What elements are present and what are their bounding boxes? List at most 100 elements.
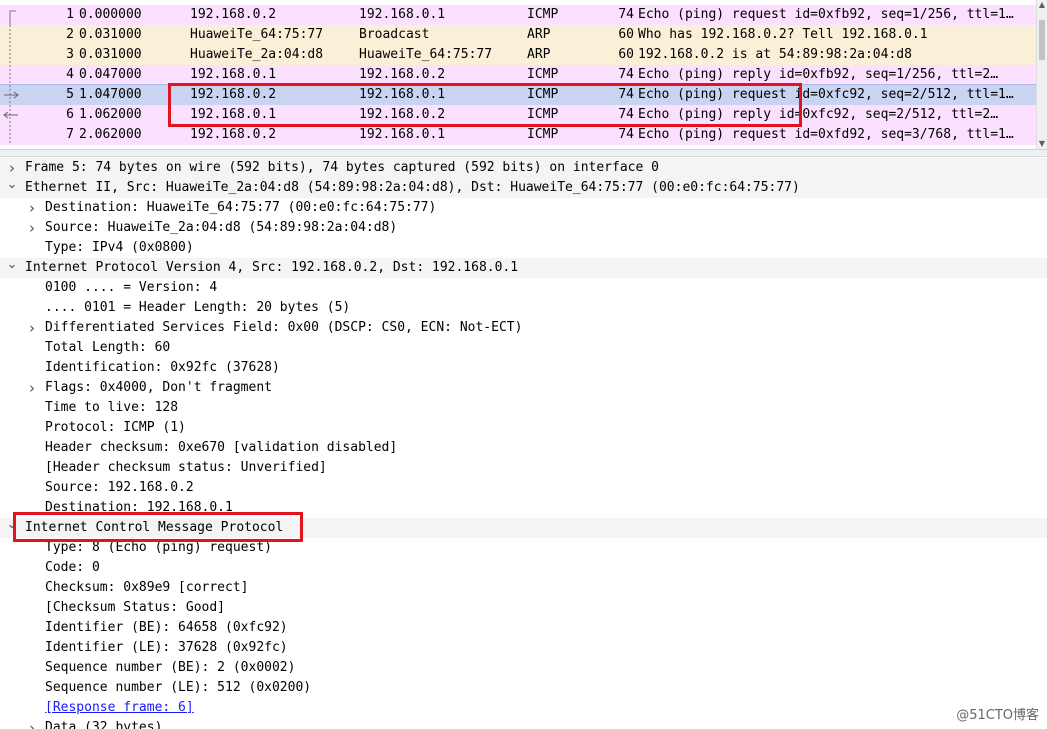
tree-item-text: [Header checksum status: Unverified] xyxy=(45,460,327,475)
packet-length: 60 xyxy=(618,27,634,42)
tree-field-row[interactable]: Source: 192.168.0.2 xyxy=(0,478,1047,498)
tree-item-text: Internet Protocol Version 4, Src: 192.16… xyxy=(25,260,519,275)
packet-details-tree[interactable]: › Frame 5: 74 bytes on wire (592 bits), 7… xyxy=(0,157,1047,729)
packet-destination: HuaweiTe_64:75:77 xyxy=(359,47,493,62)
tree-field-row[interactable]: Identification: 0x92fc (37628) xyxy=(0,358,1047,378)
chevron-right-icon[interactable]: › xyxy=(26,378,38,398)
tree-item-text: Destination: HuaweiTe_64:75:77 (00:e0:fc… xyxy=(45,200,437,215)
tree-field-row[interactable]: [Checksum Status: Good] xyxy=(0,598,1047,618)
tree-field-row[interactable]: Checksum: 0x89e9 [correct] xyxy=(0,578,1047,598)
tree-item-text: Flags: 0x4000, Don't fragment xyxy=(45,380,272,395)
packet-source: HuaweiTe_2a:04:d8 xyxy=(190,47,324,62)
packet-info: Echo (ping) reply id=0xfc92, seq=2/512, … xyxy=(638,107,999,122)
packet-protocol: ICMP xyxy=(527,67,559,82)
tree-section-row[interactable]: ⌄ Internet Protocol Version 4, Src: 192.1… xyxy=(0,255,1047,278)
tree-field-row[interactable]: Sequence number (LE): 512 (0x0200) xyxy=(0,678,1047,698)
tree-field-row[interactable]: [Response frame: 6] xyxy=(0,698,1047,718)
tree-field-row[interactable]: Identifier (LE): 37628 (0x92fc) xyxy=(0,638,1047,658)
tree-field-row[interactable]: Destination: 192.168.0.1 xyxy=(0,498,1047,518)
tree-field-row[interactable]: [Header checksum status: Unverified] xyxy=(0,458,1047,478)
tree-field-row[interactable]: Type: IPv4 (0x0800) xyxy=(0,238,1047,258)
packet-protocol: ICMP xyxy=(527,87,559,102)
tree-field-row[interactable]: Protocol: ICMP (1) xyxy=(0,418,1047,438)
packet-length: 60 xyxy=(618,47,634,62)
tree-section-row[interactable]: › Frame 5: 74 bytes on wire (592 bits), 7… xyxy=(0,158,1047,178)
chevron-down-icon[interactable]: ⌄ xyxy=(6,515,18,535)
conversation-line-icon xyxy=(0,65,22,85)
response-frame-link[interactable]: [Response frame: 6] xyxy=(45,698,194,718)
conversation-line-icon xyxy=(0,125,22,145)
tree-field-row[interactable]: Total Length: 60 xyxy=(0,338,1047,358)
pane-splitter[interactable] xyxy=(0,149,1047,157)
packet-length: 74 xyxy=(618,127,634,142)
packet-row[interactable]: 5 1.047000 192.168.0.2 192.168.0.1 ICMP 74 Ech… xyxy=(0,84,1038,106)
conversation-line-icon xyxy=(0,45,22,65)
tree-section-row[interactable]: ⌄ Internet Control Message Protocol xyxy=(0,515,1047,538)
packet-protocol: ARP xyxy=(527,47,551,62)
tree-item-text: Source: HuaweiTe_2a:04:d8 (54:89:98:2a:0… xyxy=(45,220,398,235)
packet-info: Echo (ping) reply id=0xfb92, seq=1/256, … xyxy=(638,67,999,82)
packet-list[interactable]: 1 0.000000 192.168.0.2 192.168.0.1 ICMP 74 Ech… xyxy=(0,0,1047,149)
chevron-right-icon[interactable]: › xyxy=(26,718,38,729)
packet-time: 1.062000 xyxy=(79,107,142,122)
tree-field-row[interactable]: › Flags: 0x4000, Don't fragment xyxy=(0,378,1047,398)
tree-field-row[interactable]: Type: 8 (Echo (ping) request) xyxy=(0,538,1047,558)
request-arrow-icon xyxy=(0,85,22,105)
tree-item-text: Total Length: 60 xyxy=(45,340,171,355)
tree-field-row[interactable]: Sequence number (BE): 2 (0x0002) xyxy=(0,658,1047,678)
packet-time: 0.000000 xyxy=(79,7,142,22)
tree-field-row[interactable]: Time to live: 128 xyxy=(0,398,1047,418)
tree-item-text: .... 0101 = Header Length: 20 bytes (5) xyxy=(45,300,351,315)
tree-item-text: Sequence number (LE): 512 (0x0200) xyxy=(45,680,312,695)
packet-source: HuaweiTe_64:75:77 xyxy=(190,27,324,42)
packet-row[interactable]: 3 0.031000 HuaweiTe_2a:04:d8 HuaweiTe_64:75… xyxy=(0,45,1037,65)
packet-destination: 192.168.0.1 xyxy=(359,127,446,142)
tree-item-text: Sequence number (BE): 2 (0x0002) xyxy=(45,660,296,675)
packet-protocol: ICMP xyxy=(527,127,559,142)
chevron-right-icon[interactable]: › xyxy=(26,318,38,338)
tree-item-text: Destination: 192.168.0.1 xyxy=(45,500,233,515)
tree-field-row[interactable]: › Source: HuaweiTe_2a:04:d8 (54:89:98:2a:… xyxy=(0,218,1047,238)
tree-item-text: Header checksum: 0xe670 [validation disa… xyxy=(45,440,398,455)
packet-list-scrollbar[interactable]: ▲ ▼ xyxy=(1036,0,1047,149)
tree-item-text: Code: 0 xyxy=(45,560,100,575)
packet-row[interactable]: 4 0.047000 192.168.0.1 192.168.0.2 ICMP 74 Ech… xyxy=(0,65,1037,85)
packet-source: 192.168.0.2 xyxy=(190,87,277,102)
tree-item-text: Type: IPv4 (0x0800) xyxy=(45,240,194,255)
scroll-thumb[interactable] xyxy=(1039,20,1045,60)
tree-item-text: 0100 .... = Version: 4 xyxy=(45,280,218,295)
tree-section-row[interactable]: ⌄ Ethernet II, Src: HuaweiTe_2a:04:d8 (54… xyxy=(0,175,1047,198)
chevron-right-icon[interactable]: › xyxy=(26,198,38,218)
tree-field-row[interactable]: Header checksum: 0xe670 [validation disa… xyxy=(0,438,1047,458)
packet-time: 0.047000 xyxy=(79,67,142,82)
packet-protocol: ICMP xyxy=(527,107,559,122)
packet-length: 74 xyxy=(618,107,634,122)
chevron-down-icon[interactable]: ⌄ xyxy=(6,175,18,195)
scroll-up-arrow-icon[interactable]: ▲ xyxy=(1038,0,1046,10)
packet-row[interactable]: 1 0.000000 192.168.0.2 192.168.0.1 ICMP 74 Ech… xyxy=(0,5,1037,25)
tree-field-row[interactable]: Code: 0 xyxy=(0,558,1047,578)
packet-row[interactable]: 2 0.031000 HuaweiTe_64:75:77 Broadcast ARP 60… xyxy=(0,25,1037,45)
tree-item-text: Identifier (BE): 64658 (0xfc92) xyxy=(45,620,288,635)
tree-field-row[interactable]: Identifier (BE): 64658 (0xfc92) xyxy=(0,618,1047,638)
tree-field-row[interactable]: › Differentiated Services Field: 0x00 (DS… xyxy=(0,318,1047,338)
tree-field-row[interactable]: .... 0101 = Header Length: 20 bytes (5) xyxy=(0,298,1047,318)
tree-item-text: [Checksum Status: Good] xyxy=(45,600,226,615)
packet-row[interactable]: 6 1.062000 192.168.0.1 192.168.0.2 ICMP 74 Ech… xyxy=(0,105,1037,125)
tree-field-row[interactable]: › Data (32 bytes) xyxy=(0,718,1047,729)
tree-item-text: Internet Control Message Protocol xyxy=(25,520,284,535)
chevron-right-icon[interactable]: › xyxy=(26,218,38,238)
chevron-down-icon[interactable]: ⌄ xyxy=(6,255,18,275)
packet-length: 74 xyxy=(618,87,634,102)
packet-destination: 192.168.0.2 xyxy=(359,107,446,122)
tree-field-row[interactable]: 0100 .... = Version: 4 xyxy=(0,278,1047,298)
tree-field-row[interactable]: › Destination: HuaweiTe_64:75:77 (00:e0:f… xyxy=(0,198,1047,218)
packet-time: 0.031000 xyxy=(79,47,142,62)
scroll-down-arrow-icon[interactable]: ▼ xyxy=(1038,139,1046,149)
packet-source: 192.168.0.2 xyxy=(190,7,277,22)
packet-protocol: ICMP xyxy=(527,7,559,22)
packet-time: 1.047000 xyxy=(79,87,142,102)
tree-item-text: Checksum: 0x89e9 [correct] xyxy=(45,580,249,595)
tree-item-text: Time to live: 128 xyxy=(45,400,179,415)
packet-row[interactable]: 7 2.062000 192.168.0.2 192.168.0.1 ICMP 74 Ech… xyxy=(0,125,1037,145)
